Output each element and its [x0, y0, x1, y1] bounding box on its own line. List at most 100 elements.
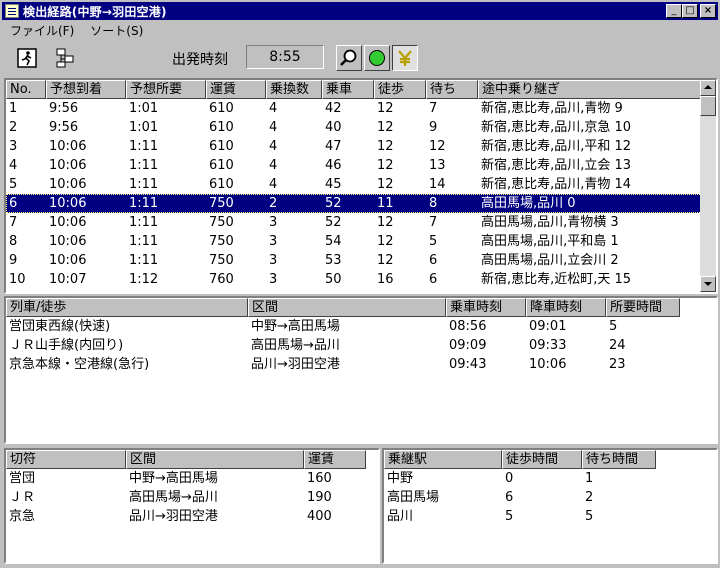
routes-cell: 47	[325, 139, 342, 154]
routes-cell: 45	[325, 177, 342, 192]
legs-cell: 京急本線・空港線(急行)	[9, 357, 150, 372]
routes-column-header[interactable]: 予想所要	[126, 80, 206, 99]
fares-row[interactable]: 京急 品川→羽田空港 400	[6, 507, 378, 526]
leg-list[interactable]: 列車/徒歩 区間 乗車時刻 降車時刻 所要時間 営団東西線(快速) 中野→高田馬場 08:5…	[4, 296, 718, 444]
routes-cell: 42	[325, 101, 342, 116]
scroll-thumb[interactable]	[700, 96, 716, 116]
legs-cell: 10:06	[529, 357, 567, 372]
depart-time-field[interactable]: 8:55	[246, 45, 324, 69]
routes-row[interactable]: 7 10:06 1:11 750 3 52 12 7 高田馬場,品川,青物横 3	[6, 213, 716, 232]
transfer-list[interactable]: 乗継駅 徒歩時間 待ち時間 中野 0 1 高田馬場 6 2 品川 5 5	[382, 448, 718, 564]
legs-row[interactable]: 京急本線・空港線(急行) 品川→羽田空港 09:43 10:06 23	[6, 355, 716, 374]
transfers-row[interactable]: 中野 0 1	[384, 469, 716, 488]
routes-cell: 新宿,恵比寿,近松町,天 15	[481, 272, 632, 287]
routes-cell: 10:06	[49, 158, 87, 173]
route-list-scrollbar[interactable]	[700, 80, 716, 292]
routes-cell: 3	[9, 139, 18, 154]
transfers-column-header[interactable]: 待ち時間	[582, 450, 656, 469]
routes-row[interactable]: 8 10:06 1:11 750 3 54 12 5 高田馬場,品川,平和島 1	[6, 232, 716, 251]
transfers-column-header[interactable]: 徒歩時間	[502, 450, 582, 469]
walk-icon	[17, 48, 37, 68]
route-list[interactable]: No. 予想到着 予想所要 運賃 乗換数 乗車 徒歩 待ち 途中乗り継ぎ 1 9:56 1:01 61…	[4, 78, 718, 294]
legs-row[interactable]: 営団東西線(快速) 中野→高田馬場 08:56 09:01 5	[6, 317, 716, 336]
legs-cell: 08:56	[449, 319, 487, 334]
routes-row[interactable]: 3 10:06 1:11 610 4 47 12 12 新宿,恵比寿,品川,平和 12	[6, 137, 716, 156]
routes-column-header[interactable]: No.	[6, 80, 46, 99]
close-button[interactable]: ×	[700, 4, 716, 18]
title-bar[interactable]: 検出経路(中野→羽田空港) _ □ ×	[2, 2, 718, 20]
scroll-down-button[interactable]	[700, 276, 716, 292]
legs-cell: ＪＲ山手線(内回り)	[9, 338, 124, 353]
menu-sort[interactable]: ソート(S)	[82, 22, 151, 39]
routes-cell: 1:01	[129, 101, 159, 116]
routes-row[interactable]: 1 9:56 1:01 610 4 42 12 7 新宿,恵比寿,品川,青物 9	[6, 99, 716, 118]
routes-cell: 新宿,恵比寿,品川,青物 9	[481, 101, 623, 116]
routes-row[interactable]: 10 10:07 1:12 760 3 50 16 6 新宿,恵比寿,近松町,天 15	[6, 270, 716, 289]
routes-column-header[interactable]: 乗車	[322, 80, 374, 99]
routes-cell: 1	[9, 101, 18, 116]
routes-cell: 3	[269, 215, 278, 230]
maximize-button[interactable]: □	[682, 4, 698, 18]
legs-cell: 営団東西線(快速)	[9, 319, 111, 334]
routes-column-header[interactable]: 運賃	[206, 80, 266, 99]
transfers-row[interactable]: 品川 5 5	[384, 507, 716, 526]
menu-bar: ファイル(F) ソート(S)	[2, 21, 718, 39]
transfers-cell: 0	[505, 471, 514, 486]
fares-cell: 京急	[9, 509, 36, 524]
routes-row[interactable]: 9 10:06 1:11 750 3 53 12 6 高田馬場,品川,立会川 2	[6, 251, 716, 270]
routes-cell: 9	[429, 120, 438, 135]
routes-column-header[interactable]: 乗換数	[266, 80, 322, 99]
legs-column-header[interactable]: 乗車時刻	[446, 298, 526, 317]
routes-column-header[interactable]: 予想到着	[46, 80, 126, 99]
fares-column-header[interactable]: 切符	[6, 450, 126, 469]
routes-row[interactable]: 4 10:06 1:11 610 4 46 12 13 新宿,恵比寿,品川,立会 13	[6, 156, 716, 175]
fares-column-header[interactable]: 運賃	[304, 450, 366, 469]
routes-row[interactable]: 2 9:56 1:01 610 4 40 12 9 新宿,恵比寿,品川,京急 10	[6, 118, 716, 137]
routes-column-header[interactable]: 徒歩	[374, 80, 426, 99]
routes-cell: 4	[9, 158, 18, 173]
routes-cell: 750	[209, 196, 234, 211]
routes-cell: 11	[377, 196, 394, 211]
depart-time-label: 出発時刻	[172, 52, 228, 68]
routes-cell: 12	[377, 101, 394, 116]
legs-column-header[interactable]: 列車/徒歩	[6, 298, 248, 317]
fare-list[interactable]: 切符 区間 運賃 営団 中野→高田馬場 160 ＪＲ 高田馬場→品川 190 京急 品川→羽田空港…	[4, 448, 380, 564]
routes-row[interactable]: 5 10:06 1:11 610 4 45 12 14 新宿,恵比寿,品川,青物 14	[6, 175, 716, 194]
search-button[interactable]	[336, 45, 362, 71]
routes-cell: 1:11	[129, 196, 159, 211]
routes-cell: 新宿,恵比寿,品川,平和 12	[481, 139, 632, 154]
menu-file[interactable]: ファイル(F)	[2, 22, 82, 39]
fares-row[interactable]: 営団 中野→高田馬場 160	[6, 469, 378, 488]
transfers-row[interactable]: 高田馬場 6 2	[384, 488, 716, 507]
routes-row[interactable]: 6 10:06 1:11 750 2 52 11 8 高田馬場,品川 0	[6, 194, 716, 213]
route-button[interactable]	[52, 45, 78, 71]
fares-column-header[interactable]: 区間	[126, 450, 304, 469]
transfers-column-header[interactable]: 乗継駅	[384, 450, 502, 469]
routes-cell: 7	[9, 215, 18, 230]
routes-column-header[interactable]: 待ち	[426, 80, 478, 99]
routes-cell: 12	[377, 139, 394, 154]
minimize-button[interactable]: _	[666, 4, 682, 18]
search-icon	[340, 49, 357, 66]
legs-cell: 09:09	[449, 338, 487, 353]
legs-column-header[interactable]: 降車時刻	[526, 298, 606, 317]
routes-cell: 750	[209, 215, 234, 230]
legs-column-header[interactable]: 所要時間	[606, 298, 680, 317]
fares-cell: 190	[307, 490, 332, 505]
routes-cell: 8	[429, 196, 438, 211]
legs-row[interactable]: ＪＲ山手線(内回り) 高田馬場→品川 09:09 09:33 24	[6, 336, 716, 355]
routes-cell: 750	[209, 234, 234, 249]
routes-cell: 3	[269, 253, 278, 268]
routes-cell: 10:06	[49, 253, 87, 268]
legs-cell: 09:43	[449, 357, 487, 372]
legs-column-header[interactable]: 区間	[248, 298, 446, 317]
transfers-cell: 中野	[387, 471, 414, 486]
fare-button[interactable]	[392, 45, 418, 71]
run-button[interactable]	[364, 45, 390, 71]
scroll-up-button[interactable]	[700, 80, 716, 96]
walk-button[interactable]	[14, 45, 40, 71]
routes-cell: 12	[377, 253, 394, 268]
routes-cell: 3	[269, 234, 278, 249]
fares-row[interactable]: ＪＲ 高田馬場→品川 190	[6, 488, 378, 507]
routes-column-header[interactable]: 途中乗り継ぎ	[478, 80, 704, 99]
